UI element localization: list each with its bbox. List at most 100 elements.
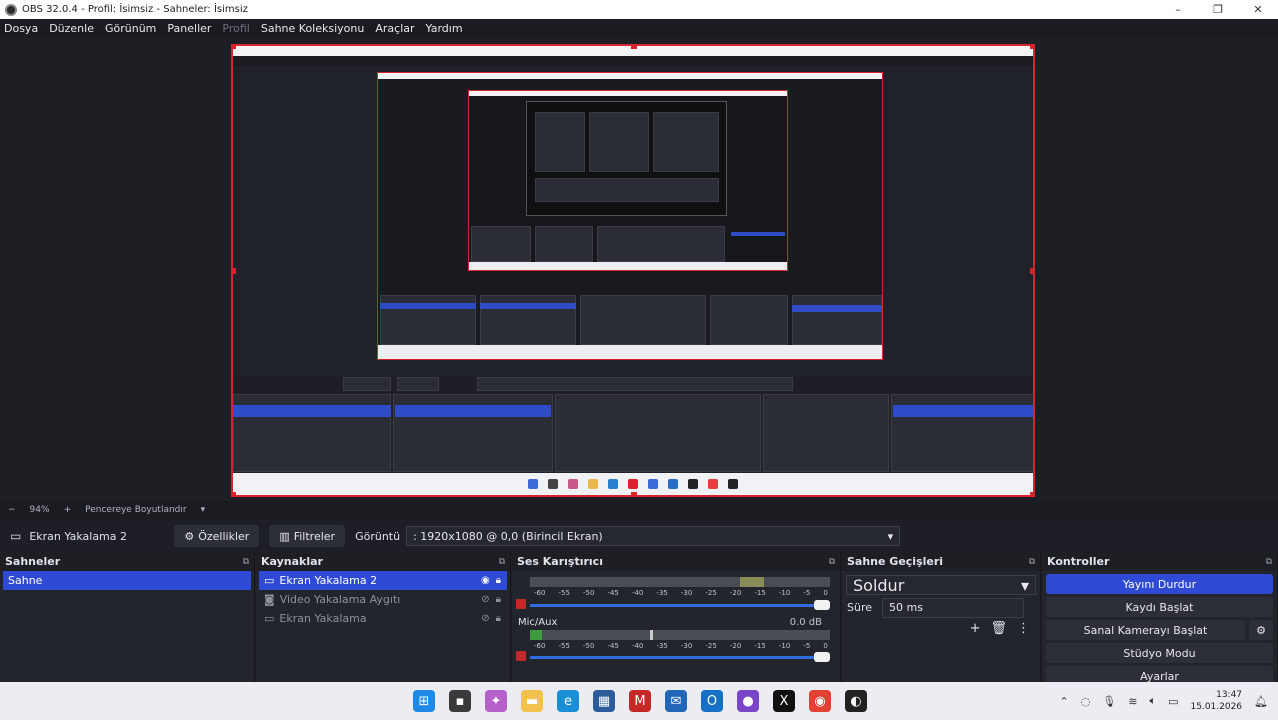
meter-scale: -60 -55 -50 -45 -40 -35 -30 -25 -20 -15 -10 -5 0	[534, 589, 828, 597]
volume-slider[interactable]	[530, 652, 830, 662]
source-item[interactable]: ▭ Ekran Yakalama ⊘ 🔒︎	[259, 609, 507, 628]
menu-view[interactable]: Görünüm	[105, 22, 156, 35]
properties-button[interactable]: ⚙ Özellikler	[174, 525, 260, 547]
wifi-icon[interactable]: ≋	[1128, 695, 1137, 708]
monitor-icon: ▭	[264, 574, 275, 587]
menu-profile[interactable]: Profil	[222, 22, 249, 35]
settings-button[interactable]: Ayarlar	[1046, 666, 1273, 682]
file-explorer-icon[interactable]: ▬	[521, 690, 543, 712]
nested-preview-3	[526, 101, 727, 216]
volume-slider[interactable]	[530, 600, 830, 610]
mixer-track: -60 -55 -50 -45 -40 -35 -30 -25 -20 -15 -10 -5 0	[516, 571, 836, 621]
display-select[interactable]: : 1920x1080 @ 0,0 (Birincil Ekran) ▾	[406, 526, 901, 546]
task-view-icon[interactable]: ▪	[449, 690, 471, 712]
start-virtual-camera-button[interactable]: Sanal Kamerayı Başlat	[1046, 620, 1245, 640]
studio-mode-button[interactable]: Stüdyo Modu	[1046, 643, 1273, 663]
nested-menubar	[233, 56, 1033, 66]
undock-icon[interactable]: ⧉	[1029, 557, 1035, 567]
source-item[interactable]: ▭ Ekran Yakalama 2 ◉ 🔒︎	[259, 571, 507, 590]
menu-file[interactable]: Dosya	[4, 22, 38, 35]
system-tray: ⌃ ◌ 🎙︎ ≋ 🔈︎ ▭ 13:47 15.01.2026 🔔︎	[1059, 682, 1268, 720]
eye-hidden-icon[interactable]: ⊘	[481, 594, 489, 605]
microphone-icon[interactable]: 🎙︎	[1102, 695, 1116, 708]
preview-canvas[interactable]	[231, 44, 1035, 497]
maximize-button[interactable]: ❐	[1198, 0, 1238, 19]
nested-preview	[377, 72, 883, 360]
stop-streaming-button[interactable]: Yayını Durdur	[1046, 574, 1273, 594]
filters-button[interactable]: ▥ Filtreler	[269, 525, 346, 547]
eye-icon[interactable]: ◉	[481, 575, 490, 586]
menu-scene-collection[interactable]: Sahne Koleksiyonu	[261, 22, 365, 35]
outlook-icon[interactable]: ✉	[665, 690, 687, 712]
menu-bar: Dosya Düzenle Görünüm Paneller Profil Sa…	[0, 19, 1278, 38]
volume-slider-knob[interactable]	[814, 652, 830, 662]
volume-icon[interactable]: 🔈︎	[1149, 694, 1156, 708]
mcafee-icon[interactable]: M	[629, 690, 651, 712]
duration-input[interactable]: 50 ms	[882, 597, 1025, 618]
network-app-icon[interactable]: ◌	[1081, 695, 1091, 708]
chrome-icon[interactable]: ◉	[809, 690, 831, 712]
transition-select[interactable]: Soldur ▾	[846, 575, 1036, 595]
source-item-label: Ekran Yakalama 2	[279, 574, 378, 587]
volume-meter	[530, 630, 830, 640]
lock-icon[interactable]: 🔒︎	[496, 613, 501, 624]
nested-preview-2	[468, 90, 788, 271]
edge-icon[interactable]: e	[557, 690, 579, 712]
filters-label: Filtreler	[293, 529, 336, 543]
trash-icon[interactable]: 🗑︎	[990, 621, 1007, 636]
menu-tools[interactable]: Araçlar	[375, 22, 414, 35]
display-label: Görüntü	[355, 529, 401, 543]
scene-item[interactable]: Sahne	[3, 571, 251, 590]
volume-slider-knob[interactable]	[814, 600, 830, 610]
monitor-icon: ▭	[10, 529, 22, 543]
mail-icon[interactable]: O	[701, 690, 723, 712]
source-toolbar: ▭ Ekran Yakalama 2 ⚙ Özellikler ▥ Filtrele…	[0, 523, 1278, 549]
scene-item-label: Sahne	[8, 574, 43, 587]
copilot-icon[interactable]: ✦	[485, 690, 507, 712]
mute-icon[interactable]	[516, 651, 526, 661]
eye-hidden-icon[interactable]: ⊘	[481, 613, 489, 624]
chevron-up-icon[interactable]: ⌃	[1059, 695, 1068, 708]
clock[interactable]: 13:47 15.01.2026	[1191, 689, 1243, 713]
lock-icon[interactable]: 🔒︎	[496, 575, 501, 586]
chevron-down-icon[interactable]: ▾	[201, 505, 206, 515]
battery-icon[interactable]: ▭	[1168, 695, 1178, 708]
start-icon[interactable]: ⊞	[413, 690, 435, 712]
filter-icon: ▥	[279, 529, 290, 543]
track-name: Mic/Aux	[518, 617, 558, 628]
controls-title: Kontroller	[1047, 555, 1110, 568]
zoom-out-button[interactable]: −	[8, 505, 16, 515]
transition-type: Soldur	[853, 575, 905, 595]
gear-icon: ⚙	[184, 529, 195, 543]
undock-icon[interactable]: ⧉	[243, 557, 249, 567]
menu-edit[interactable]: Düzenle	[49, 22, 94, 35]
menu-help[interactable]: Yardım	[426, 22, 463, 35]
sources-title: Kaynaklar	[261, 555, 323, 568]
store-icon[interactable]: ▦	[593, 690, 615, 712]
notification-bell-icon[interactable]: 🔔︎	[1254, 695, 1268, 708]
window-title: OBS 32.0.4 - Profil: İsimsiz - Sahneler:…	[22, 4, 248, 15]
more-icon[interactable]: ⋮	[1017, 621, 1030, 636]
mixer-track: Mic/Aux 0.0 dB -60 -55 -50 -45 -40 -35 -30 -25-…	[516, 617, 836, 671]
title-bar: OBS 32.0.4 - Profil: İsimsiz - Sahneler:…	[0, 0, 1278, 19]
app-icon[interactable]: ●	[737, 690, 759, 712]
add-icon[interactable]: +	[970, 621, 981, 636]
zoom-in-button[interactable]: +	[64, 505, 72, 515]
undock-icon[interactable]: ⧉	[1266, 557, 1272, 567]
lock-icon[interactable]: 🔒︎	[496, 594, 501, 605]
start-recording-button[interactable]: Kaydı Başlat	[1046, 597, 1273, 617]
undock-icon[interactable]: ⧉	[829, 557, 835, 567]
menu-docks[interactable]: Paneller	[167, 22, 211, 35]
duration-row: Süre 50 ms	[842, 597, 1040, 618]
mute-icon[interactable]	[516, 599, 526, 609]
minimize-button[interactable]: –	[1158, 0, 1198, 19]
source-item[interactable]: ◙ Video Yakalama Aygıtı ⊘ 🔒︎	[259, 590, 507, 609]
zoom-fit-select[interactable]: Pencereye Boyutlandır	[85, 505, 186, 515]
x-icon[interactable]: X	[773, 690, 795, 712]
undock-icon[interactable]: ⧉	[499, 557, 505, 567]
obs-icon[interactable]: ◐	[845, 690, 867, 712]
chevron-down-icon: ▾	[1020, 575, 1029, 595]
virtual-camera-settings-button[interactable]: ⚙	[1249, 620, 1273, 640]
close-button[interactable]: ✕	[1238, 0, 1278, 19]
source-item-label: Ekran Yakalama	[279, 612, 367, 625]
